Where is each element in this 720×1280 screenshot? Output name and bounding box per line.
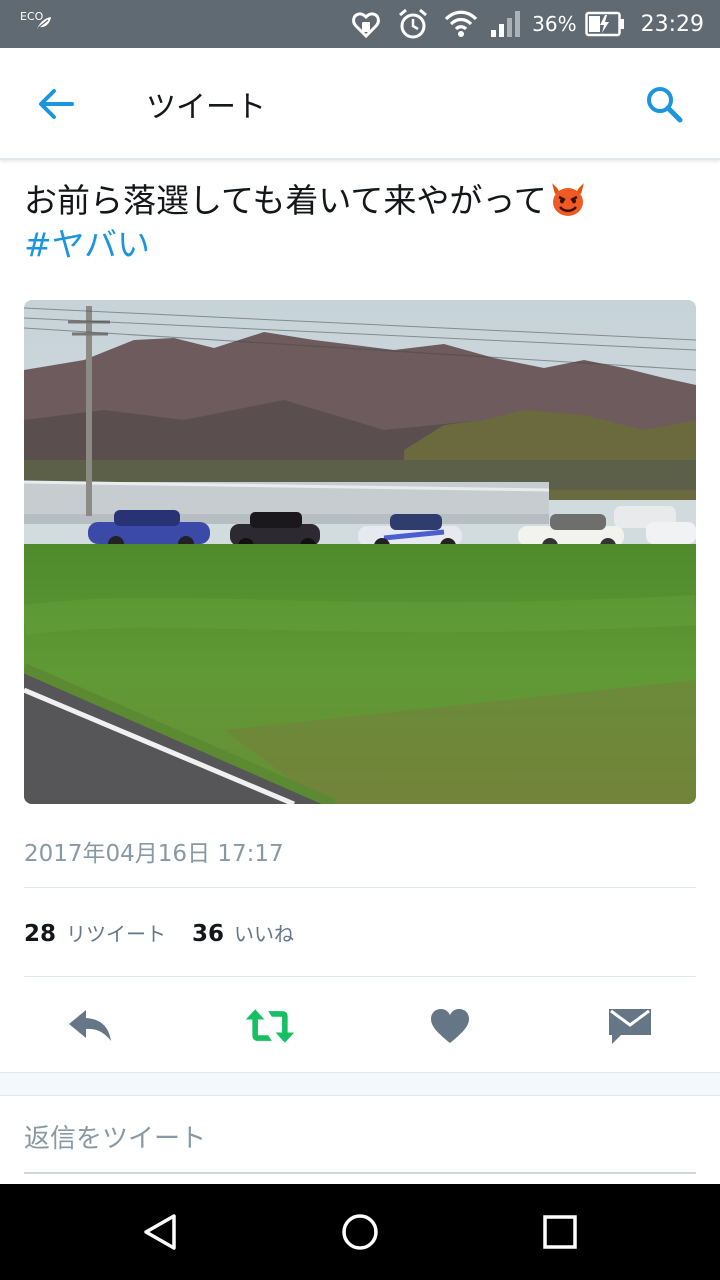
like-button[interactable] xyxy=(424,1004,476,1048)
tweet-photo[interactable] xyxy=(24,300,696,804)
heart-shield-icon xyxy=(352,12,381,39)
retweet-count[interactable]: 28 xyxy=(24,921,56,947)
direct-message-icon xyxy=(609,1009,651,1044)
like-label[interactable]: いいね xyxy=(234,918,294,947)
battery-percent: 36% xyxy=(532,12,577,36)
wifi-icon xyxy=(445,10,478,37)
reply-input[interactable]: 返信をツイート xyxy=(24,1118,696,1174)
hashtag-link[interactable]: #ヤバい xyxy=(24,224,150,266)
reply-button[interactable] xyxy=(64,1004,116,1048)
section-separator xyxy=(0,1072,720,1096)
status-time: 23:29 xyxy=(640,11,704,37)
tweet-text: お前ら落選しても着いて来やがって xyxy=(24,180,696,222)
app-header: ツイート xyxy=(0,48,720,160)
system-nav-bar xyxy=(0,1184,720,1280)
retweet-icon xyxy=(245,1009,295,1043)
search-icon[interactable] xyxy=(644,84,684,124)
devil-face-emoji xyxy=(551,183,584,216)
tweet-timestamp: 2017年04月16日 17:17 xyxy=(24,841,284,867)
back-arrow-icon[interactable] xyxy=(36,86,76,122)
heart-icon xyxy=(431,1009,469,1043)
retweet-button[interactable] xyxy=(244,1004,296,1048)
eco-leaf-icon xyxy=(37,17,51,29)
like-count[interactable]: 36 xyxy=(192,921,224,947)
retweet-label[interactable]: リツイート xyxy=(66,918,166,947)
divider xyxy=(24,976,696,977)
recents-square-icon[interactable] xyxy=(540,1212,580,1252)
page-title: ツイート xyxy=(146,90,266,125)
status-bar: ECO 36% 23:29 xyxy=(0,0,720,48)
dm-button[interactable] xyxy=(604,1004,656,1048)
tweet-stats: 28 リツイート 36 いいね xyxy=(24,918,320,952)
battery-charging-icon xyxy=(584,11,624,37)
alarm-icon xyxy=(399,8,428,39)
home-circle-icon[interactable] xyxy=(340,1212,380,1252)
divider xyxy=(24,887,696,888)
tweet-body: お前ら落選しても着いて来やがって xyxy=(24,181,547,220)
back-triangle-icon[interactable] xyxy=(140,1212,180,1252)
reply-icon xyxy=(69,1010,111,1041)
tweet-actions xyxy=(0,990,720,1070)
signal-icon xyxy=(491,11,521,37)
